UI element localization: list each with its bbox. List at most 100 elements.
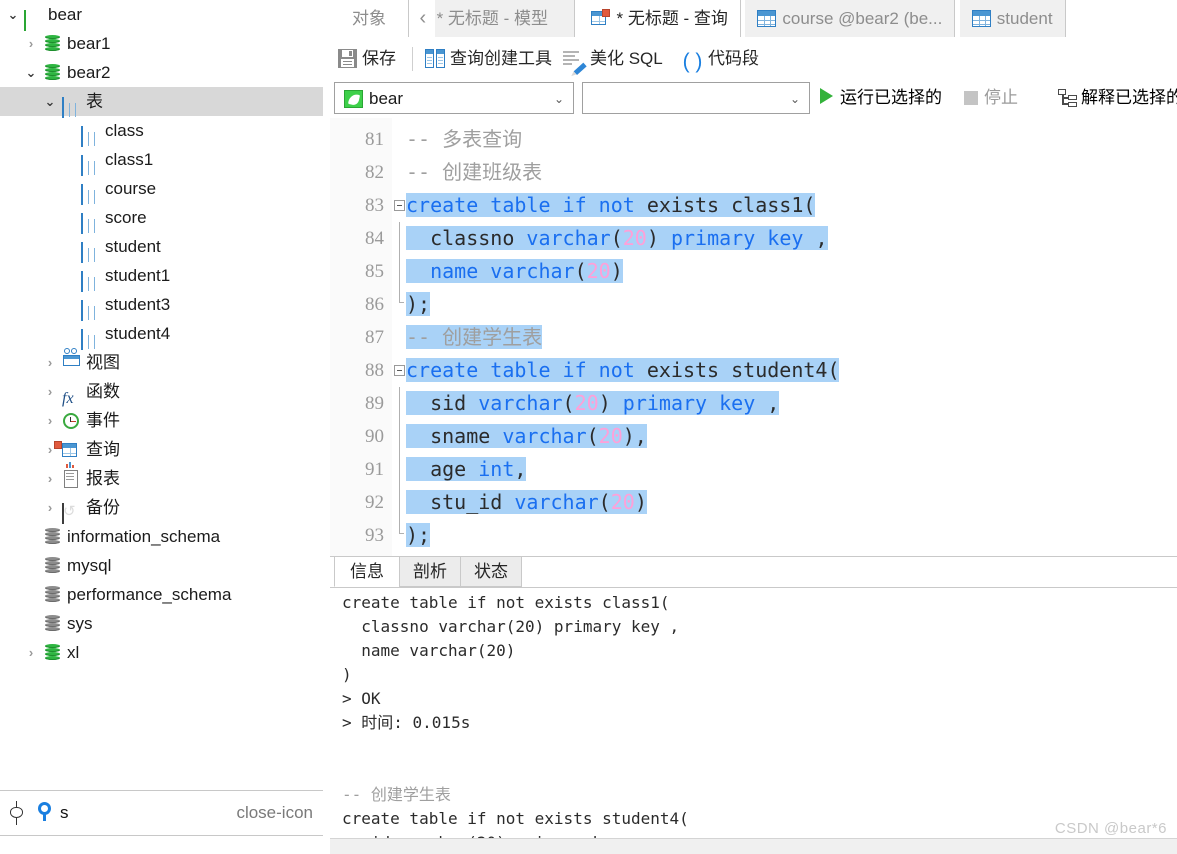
- object-explorer-sidebar: ⌄ bear › bear1 ⌄ bear2 ⌄ 表 class class1 course scor…: [0, 0, 330, 853]
- tab-student-table[interactable]: student: [959, 0, 1066, 37]
- tree-item-label: 表: [86, 92, 103, 111]
- save-icon: [338, 42, 357, 84]
- database-tree[interactable]: ⌄ bear › bear1 ⌄ bear2 ⌄ 表 class class1 course scor…: [0, 0, 323, 787]
- code-line[interactable]: classno varchar(20) primary key ,: [406, 222, 828, 255]
- line-number: 88: [365, 360, 384, 381]
- results-tab-2[interactable]: 状态: [460, 557, 522, 587]
- code-line[interactable]: create table if not exists student4(: [406, 354, 840, 387]
- code-line[interactable]: sid varchar(20) primary key ,: [406, 387, 780, 420]
- chevron-right-icon[interactable]: ›: [24, 638, 38, 667]
- tab-model[interactable]: * 无标题 - 模型: [434, 0, 576, 37]
- code-line[interactable]: sname varchar(20),: [406, 420, 647, 453]
- tree-item-sys[interactable]: sys: [0, 609, 323, 638]
- code-line[interactable]: create table if not exists class1(: [406, 189, 816, 222]
- chevron-right-icon[interactable]: ›: [43, 464, 57, 493]
- tree-item-class1[interactable]: class1: [0, 145, 323, 176]
- tree-item-score[interactable]: score: [0, 203, 323, 234]
- tree-item-bear2[interactable]: ⌄ bear2: [0, 58, 323, 87]
- tree-item-information_schema[interactable]: information_schema: [0, 522, 323, 551]
- search-input[interactable]: s: [60, 791, 69, 835]
- tree-item-performance_schema[interactable]: performance_schema: [0, 580, 323, 609]
- tree-item-xl[interactable]: › xl: [0, 638, 323, 667]
- chevron-right-icon[interactable]: ›: [43, 493, 57, 522]
- beautify-sql-button[interactable]: 美化 SQL: [563, 38, 663, 80]
- fold-toggle-icon[interactable]: [394, 200, 405, 211]
- sql-editor[interactable]: 81 82 83 84 85 86 87 88 89 90 91 92 93 -- 多表查询 -- 创建班…: [330, 118, 1177, 556]
- fold-guide-line: [399, 255, 400, 288]
- line-number: 92: [365, 492, 384, 513]
- results-tab-0[interactable]: 信息: [334, 557, 400, 587]
- results-tab-1[interactable]: 剖析: [399, 557, 461, 587]
- schema-select[interactable]: ⌄: [582, 82, 810, 114]
- table-icon: [81, 151, 100, 176]
- line-number-gutter: 81 82 83 84 85 86 87 88 89 90 91 92 93: [330, 118, 392, 556]
- tree-item-函数[interactable]: › fx 函数: [0, 377, 323, 407]
- code-line[interactable]: );: [406, 519, 431, 552]
- code-token: ): [634, 490, 647, 514]
- explain-selected-button[interactable]: 解释已选择的: [1058, 82, 1177, 114]
- tree-item-表[interactable]: ⌄ 表: [0, 87, 323, 118]
- tree-item-student1[interactable]: student1: [0, 261, 323, 292]
- tree-item-备份[interactable]: › 备份: [0, 493, 323, 524]
- chevron-down-icon[interactable]: ⌄: [6, 0, 20, 29]
- table-icon: [81, 209, 100, 234]
- chevron-right-icon[interactable]: ›: [43, 377, 57, 406]
- tree-item-报表[interactable]: › 报表: [0, 462, 323, 493]
- database-select[interactable]: bear ⌄: [334, 82, 574, 114]
- chevron-right-icon[interactable]: ›: [43, 435, 57, 464]
- tree-item-student3[interactable]: student3: [0, 290, 323, 321]
- tab-back-chevron-icon[interactable]: ‹: [413, 0, 431, 37]
- database-icon-green: [43, 644, 62, 662]
- stop-label: 停止: [984, 88, 1018, 107]
- query-builder-button[interactable]: 查询创建工具: [425, 38, 552, 80]
- tab-objects[interactable]: 对象: [330, 0, 409, 37]
- code-line[interactable]: -- 多表查询: [406, 123, 522, 156]
- tree-item-查询[interactable]: › 查询: [0, 435, 323, 464]
- chevron-down-icon[interactable]: ⌄: [790, 83, 800, 115]
- status-bar: [330, 838, 1177, 854]
- code-token: varchar: [490, 259, 575, 283]
- line-number: 85: [365, 261, 384, 282]
- chevron-down-icon[interactable]: ⌄: [554, 83, 564, 115]
- code-line[interactable]: stu_id varchar(20): [406, 486, 647, 519]
- chevron-right-icon[interactable]: ›: [24, 29, 38, 58]
- chevron-right-icon[interactable]: ›: [43, 348, 57, 377]
- tree-item-bear[interactable]: ⌄ bear: [0, 0, 323, 31]
- tree-item-label: mysql: [67, 556, 112, 575]
- code-folding-column[interactable]: [392, 118, 406, 556]
- tree-item-label: information_schema: [67, 527, 221, 546]
- fold-toggle-icon[interactable]: [394, 365, 405, 376]
- close-icon[interactable]: close-icon: [236, 791, 313, 835]
- code-line[interactable]: -- 创建学生表: [406, 321, 543, 354]
- sql-code-area[interactable]: -- 多表查询 -- 创建班级表 create table if not exist…: [406, 118, 1177, 556]
- code-line[interactable]: name varchar(20): [406, 255, 623, 288]
- tree-item-mysql[interactable]: mysql: [0, 551, 323, 580]
- fold-guide-line: [399, 420, 400, 453]
- tree-item-视图[interactable]: › 视图: [0, 348, 323, 377]
- code-line[interactable]: -- 创建班级表: [406, 156, 542, 189]
- tree-item-student[interactable]: student: [0, 232, 323, 263]
- tab-query[interactable]: * 无标题 - 查询: [579, 0, 741, 37]
- tree-item-course[interactable]: course: [0, 174, 323, 205]
- code-token: ,: [514, 457, 527, 481]
- chevron-down-icon[interactable]: ⌄: [43, 87, 57, 116]
- save-button[interactable]: 保存: [338, 38, 396, 80]
- tree-item-label: 函数: [86, 382, 120, 401]
- stop-button[interactable]: 停止: [964, 82, 1018, 114]
- filter-icon[interactable]: [8, 801, 26, 825]
- tree-item-bear1[interactable]: › bear1: [0, 29, 323, 58]
- tree-item-student4[interactable]: student4: [0, 319, 323, 350]
- code-line[interactable]: age int,: [406, 453, 527, 486]
- code-snippet-button[interactable]: ( ) 代码段: [682, 38, 759, 80]
- run-selected-button[interactable]: 运行已选择的: [820, 82, 942, 114]
- code-line[interactable]: );: [406, 288, 431, 321]
- tab-course-table[interactable]: course @bear2 (be...: [745, 0, 956, 37]
- fold-guide-line: [399, 453, 400, 486]
- beautify-icon: [563, 42, 587, 84]
- chevron-down-icon[interactable]: ⌄: [24, 58, 38, 87]
- results-tab-bar[interactable]: 信息 剖析 状态: [330, 557, 1177, 588]
- tree-item-事件[interactable]: › 事件: [0, 406, 323, 435]
- sidebar-search-bar[interactable]: s close-icon: [0, 790, 323, 836]
- tree-item-class[interactable]: class: [0, 116, 323, 147]
- chevron-right-icon[interactable]: ›: [43, 406, 57, 435]
